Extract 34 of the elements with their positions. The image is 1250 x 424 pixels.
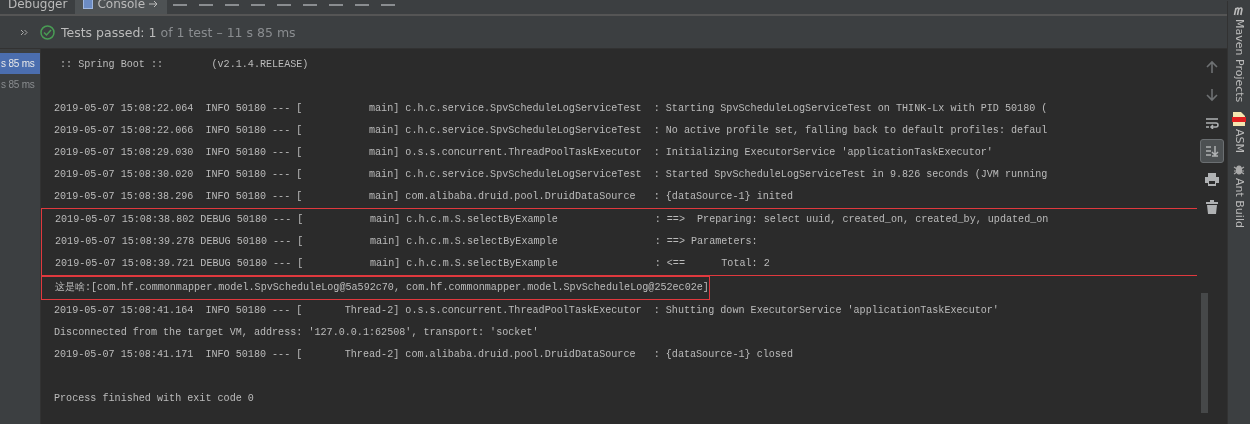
console-icon <box>83 0 94 9</box>
console-line: 2019-05-07 15:08:22.066 INFO 50180 --- [ main] c.h.c.service.SpvScheduleLogServiceTest : No active profile set, falling back to default profiles: defaul <box>53 124 1048 138</box>
console-line: 2019-05-07 15:08:38.296 INFO 50180 --- [ main] com.alibaba.druid.pool.DruidDataSource : {dataSource-1} inited <box>53 190 793 204</box>
console-line: 2019-05-07 15:08:41.171 INFO 50180 --- [ Thread-2] com.alibaba.druid.pool.DruidDataSource : {dataSource-1} closed <box>53 348 793 362</box>
console-line: 2019-05-07 15:08:30.020 INFO 50180 --- [ main] c.h.c.service.SpvScheduleLogServiceTest : Started SpvScheduleLogServiceTest in 9.826 seconds (JVM running <box>53 168 1048 182</box>
arrow-down-icon <box>1206 88 1218 102</box>
console-line: 2019-05-07 15:08:39.721 DEBUG 50180 --- [ main] c.h.c.m.S.selectByExample : <== Total: 2 <box>54 257 770 271</box>
document-icon <box>1232 112 1246 127</box>
printer-icon <box>1205 172 1219 186</box>
trash-icon <box>1206 200 1218 214</box>
arrow-right-icon <box>149 0 160 8</box>
scrollbar-thumb[interactable] <box>1201 293 1208 413</box>
console-line: Disconnected from the target VM, address: '127.0.0.1:62508', transport: 'socket' <box>53 326 539 340</box>
maven-icon <box>1233 7 1245 16</box>
console-line: 2019-05-07 15:08:29.030 INFO 50180 --- [ main] o.s.s.concurrent.ThreadPoolTaskExecutor : Initializing ExecutorService 'applicationTaskExecutor' <box>53 146 993 160</box>
test-status-text: Tests passed: 1 of 1 test – 11 s 85 ms <box>61 24 296 40</box>
console-tool-button[interactable] <box>1200 139 1224 163</box>
console-line: 2019-05-07 15:08:22.064 INFO 50180 --- [ main] c.h.c.service.SpvScheduleLogServiceTest : Starting SpvScheduleLogServiceTest on THINK-Lx with PID 50180 ( <box>53 102 1048 116</box>
tool-window-label[interactable]: Ant Build <box>1232 178 1246 229</box>
console-line: 这是啥:[com.hf.commonmapper.model.SpvScheduleLog@5a592c70, com.hf.commonmapper.model.SpvScheduleLog@252ec02e] <box>54 280 709 295</box>
arrow-up-icon <box>1206 60 1218 74</box>
soft-wrap-icon <box>1205 117 1219 129</box>
console-line: 2019-05-07 15:08:39.278 DEBUG 50180 --- [ main] c.h.c.m.S.selectByExample : ==> Parameters: <box>54 235 759 249</box>
console-line: 2019-05-07 15:08:41.164 INFO 50180 --- [ Thread-2] o.s.s.concurrent.ThreadPoolTaskExecutor : Shutting down ExecutorService 'applicationTaskExecutor' <box>53 304 999 318</box>
test-duration-item[interactable]: s 85 ms <box>0 74 40 95</box>
console-line: 2019-05-07 15:08:38.802 DEBUG 50180 --- [ main] c.h.c.m.S.selectByExample : ==> Preparing: select uuid, created_on, created_by, updated_on <box>54 213 1049 227</box>
double-chevron-icon[interactable] <box>20 28 28 36</box>
scroll-to-end-icon <box>1205 145 1219 157</box>
console-line: Process finished with exit code 0 <box>53 392 254 406</box>
tool-window-label[interactable]: Maven Projects <box>1232 19 1246 103</box>
console-line: :: Spring Boot :: (v2.1.4.RELEASE) <box>59 58 309 72</box>
bug-icon <box>1233 163 1245 176</box>
test-duration-item[interactable]: s 85 ms <box>0 53 40 74</box>
tool-window-label[interactable]: ASM <box>1232 129 1246 154</box>
